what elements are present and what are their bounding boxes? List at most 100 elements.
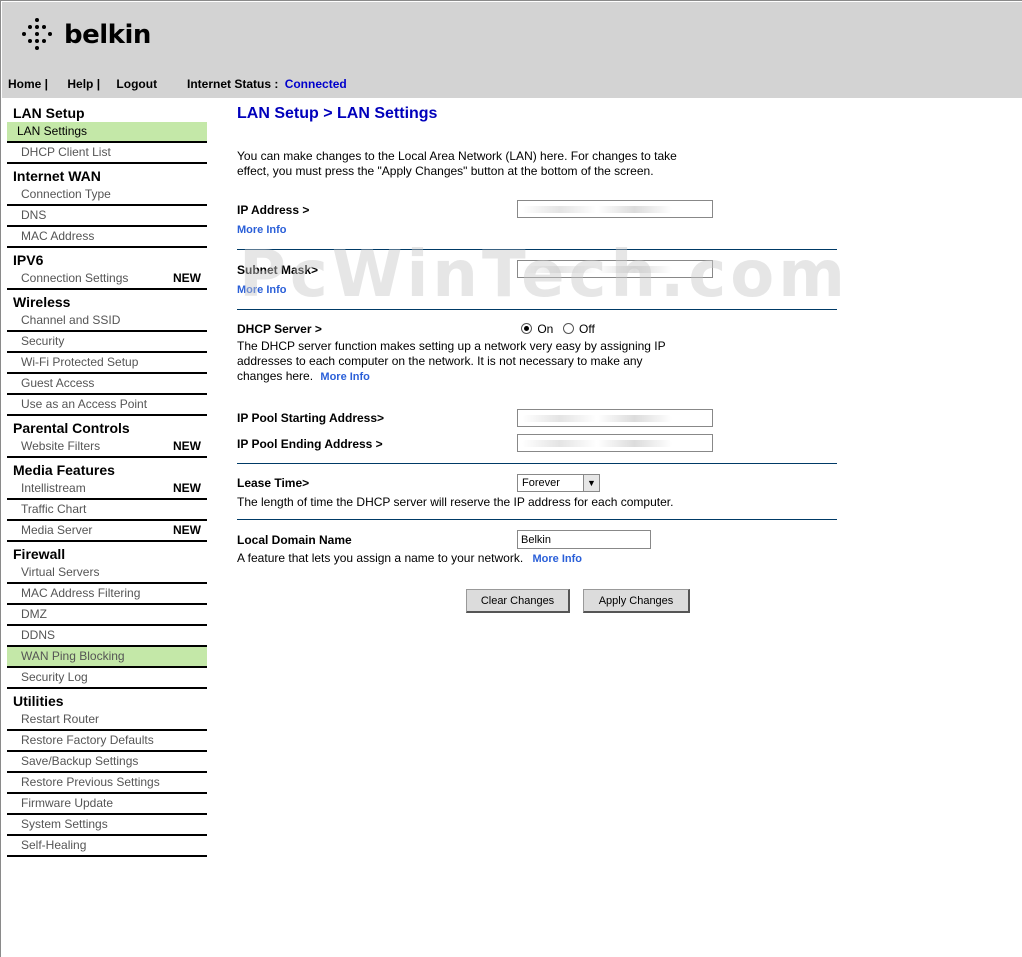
sidebar-item-wan-ping-blocking[interactable]: WAN Ping Blocking [7,647,207,668]
sidebar-item-label: DDNS [21,628,56,642]
new-badge: NEW [173,523,201,537]
local-domain-description: A feature that lets you assign a name to… [237,551,582,567]
divider [237,463,837,464]
apply-changes-button[interactable]: Apply Changes [583,589,690,613]
subnet-mask-field[interactable] [517,260,713,278]
brand-name: belkin [64,20,151,50]
sidebar-item-guest-access[interactable]: Guest Access [7,374,207,395]
sidebar-item-label: Guest Access [21,376,95,390]
sidebar-item-restore-previous-settings[interactable]: Restore Previous Settings [7,773,207,794]
help-link[interactable]: Help | [67,77,100,91]
sidebar-nav: LAN Setup LAN Settings DHCP Client List … [7,101,207,857]
lease-time-label: Lease Time> [237,476,310,490]
sidebar-item-label: Virtual Servers [21,565,100,579]
sidebar-item-lan-settings[interactable]: LAN Settings [7,122,207,143]
sidebar-item-label: Restore Factory Defaults [21,733,154,747]
sidebar-item-label: Use as an Access Point [21,397,148,411]
sidebar-item-mac-address-filtering[interactable]: MAC Address Filtering [7,584,207,605]
dhcp-off-radio[interactable] [562,323,574,334]
sidebar-section-media-features: Media Features [13,462,115,478]
ip-address-field[interactable] [517,200,713,218]
ip-pool-end-label: IP Pool Ending Address > [237,437,383,451]
sidebar-item-label: WAN Ping Blocking [21,649,125,663]
sidebar-item-label: Media Server [21,523,93,537]
dhcp-server-radio-group: On Off [521,322,595,336]
sidebar-item-security[interactable]: Security [7,332,207,353]
intro-text: You can make changes to the Local Area N… [237,149,677,178]
sidebar-item-dhcp-client-list[interactable]: DHCP Client List [7,143,207,164]
sidebar-item-website-filters[interactable]: Website Filters NEW [7,437,207,458]
sidebar-section-firewall: Firewall [13,546,66,562]
subnet-mask-more-info-link[interactable]: More Info [237,284,287,296]
sidebar-section-lan-setup: LAN Setup [13,105,85,121]
sidebar-item-label: Firmware Update [21,796,114,810]
sidebar-item-label: Traffic Chart [21,502,87,516]
sidebar-item-label: LAN Settings [17,124,88,138]
header-bar: belkin Home | Help | Logout Internet Sta… [2,2,1022,98]
logout-link[interactable]: Logout [116,77,157,91]
sidebar-item-label: Save/Backup Settings [21,754,139,768]
dhcp-on-radio[interactable] [521,323,532,334]
sidebar-item-restore-factory-defaults[interactable]: Restore Factory Defaults [7,731,207,752]
ip-pool-start-field[interactable] [517,409,713,427]
home-link[interactable]: Home | [8,77,48,91]
sidebar-item-connection-type[interactable]: Connection Type [7,185,207,206]
sidebar-item-intellistream[interactable]: Intellistream NEW [7,479,207,500]
dhcp-more-info-link[interactable]: More Info [320,371,370,383]
sidebar-item-media-server[interactable]: Media Server NEW [7,521,207,542]
new-badge: NEW [173,481,201,495]
sidebar-item-system-settings[interactable]: System Settings [7,815,207,836]
sidebar-section-internet-wan: Internet WAN [13,168,101,184]
ip-address-more-info-link[interactable]: More Info [237,224,287,236]
dhcp-server-label: DHCP Server > [237,322,322,336]
local-domain-more-info-link[interactable]: More Info [533,553,583,565]
sidebar-section-wireless: Wireless [13,294,71,310]
sidebar-item-label: Security Log [21,670,88,684]
divider [237,309,837,310]
sidebar-item-virtual-servers[interactable]: Virtual Servers [7,563,207,584]
sidebar-item-traffic-chart[interactable]: Traffic Chart [7,500,207,521]
local-domain-input[interactable] [517,530,651,549]
sidebar-item-label: DNS [21,208,47,222]
chevron-down-icon[interactable]: ▼ [583,475,599,491]
sidebar-item-mac-address[interactable]: MAC Address [7,227,207,248]
divider [237,249,837,250]
sidebar-item-wifi-protected-setup[interactable]: Wi-Fi Protected Setup [7,353,207,374]
internet-status: Internet Status : Connected [187,77,347,91]
redacted-value [522,266,672,273]
local-domain-description-text: A feature that lets you assign a name to… [237,551,524,565]
sidebar-item-ddns[interactable]: DDNS [7,626,207,647]
ip-pool-start-label: IP Pool Starting Address> [237,411,385,425]
redacted-value [522,440,672,447]
sidebar-item-connection-settings[interactable]: Connection Settings NEW [7,269,207,290]
sidebar-item-restart-router[interactable]: Restart Router [7,710,207,731]
sidebar-item-channel-ssid[interactable]: Channel and SSID [7,311,207,332]
sidebar-item-label: Wi-Fi Protected Setup [21,355,139,369]
sidebar-item-label: Website Filters [21,439,101,453]
dhcp-description-text: The DHCP server function makes setting u… [237,339,666,383]
internet-status-label: Internet Status : [187,77,279,91]
lease-time-value: Forever [522,477,560,489]
local-domain-label: Local Domain Name [237,533,352,547]
sidebar-item-access-point[interactable]: Use as an Access Point [7,395,207,416]
dhcp-off-label: Off [579,322,595,336]
redacted-value [522,415,672,422]
subnet-mask-label: Subnet Mask> [237,263,319,277]
new-badge: NEW [173,271,201,285]
clear-changes-button[interactable]: Clear Changes [466,589,570,613]
sidebar-item-self-healing[interactable]: Self-Healing [7,836,207,857]
sidebar-item-security-log[interactable]: Security Log [7,668,207,689]
lease-time-select[interactable]: Forever ▼ [517,474,600,492]
sidebar-item-dns[interactable]: DNS [7,206,207,227]
sidebar-item-firmware-update[interactable]: Firmware Update [7,794,207,815]
top-nav: Home | Help | Logout [8,77,170,91]
sidebar-section-parental-controls: Parental Controls [13,420,130,436]
belkin-logo[interactable]: belkin [22,16,152,56]
sidebar-item-label: Security [21,334,65,348]
redacted-value [522,206,672,213]
sidebar-item-dmz[interactable]: DMZ [7,605,207,626]
ip-pool-end-field[interactable] [517,434,713,452]
lease-time-description: The length of time the DHCP server will … [237,495,674,509]
sidebar-item-save-backup-settings[interactable]: Save/Backup Settings [7,752,207,773]
sidebar-item-label: Restore Previous Settings [21,775,160,789]
